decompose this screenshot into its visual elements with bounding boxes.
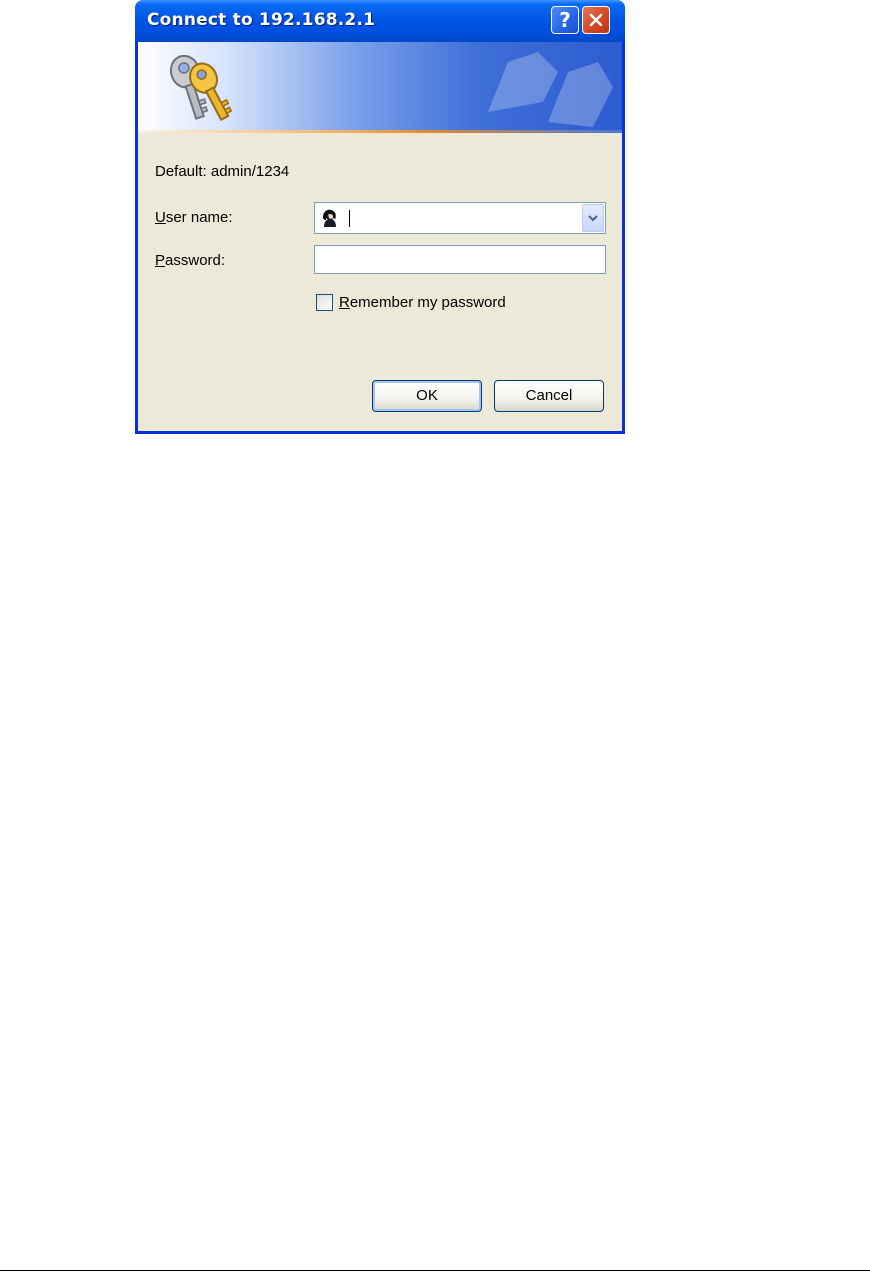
- close-button[interactable]: [582, 6, 610, 34]
- username-dropdown-button[interactable]: [582, 204, 604, 232]
- help-button[interactable]: ?: [551, 6, 579, 34]
- default-credentials-note: Default: admin/1234: [155, 163, 290, 180]
- user-icon: [323, 209, 336, 227]
- remember-password-checkbox[interactable]: [316, 294, 333, 311]
- title-bar[interactable]: Connect to 192.168.2.1 ?: [135, 0, 625, 42]
- dialog-body: Default: admin/1234 User name: Password:…: [138, 133, 622, 431]
- keys-icon: [169, 54, 233, 122]
- username-label-accel: U: [155, 209, 166, 226]
- page-bottom-rule: [0, 1270, 870, 1271]
- page: Connect to 192.168.2.1 ? Default: admin/…: [0, 0, 870, 1280]
- text-caret: [349, 210, 350, 227]
- keys-watermark-icon: [488, 52, 613, 127]
- cancel-button[interactable]: Cancel: [494, 380, 604, 412]
- remember-password-label[interactable]: Remember my password: [339, 294, 506, 311]
- login-dialog: Connect to 192.168.2.1 ? Default: admin/…: [135, 0, 625, 434]
- password-label: Password:: [155, 252, 225, 269]
- ok-button[interactable]: OK: [372, 380, 482, 412]
- password-label-rest: assword:: [165, 252, 226, 269]
- remember-label-accel: R: [339, 294, 350, 311]
- remember-label-rest: emember my password: [349, 294, 506, 311]
- password-input[interactable]: [314, 245, 606, 274]
- chevron-down-icon: [588, 215, 598, 222]
- username-label: User name:: [155, 209, 233, 226]
- username-combobox[interactable]: [314, 202, 606, 234]
- password-label-accel: P: [155, 252, 166, 269]
- dialog-banner: [138, 42, 622, 132]
- close-icon: [589, 13, 603, 27]
- username-input[interactable]: [349, 207, 569, 229]
- username-label-rest: ser name:: [165, 209, 233, 226]
- window-title: Connect to 192.168.2.1: [147, 10, 376, 30]
